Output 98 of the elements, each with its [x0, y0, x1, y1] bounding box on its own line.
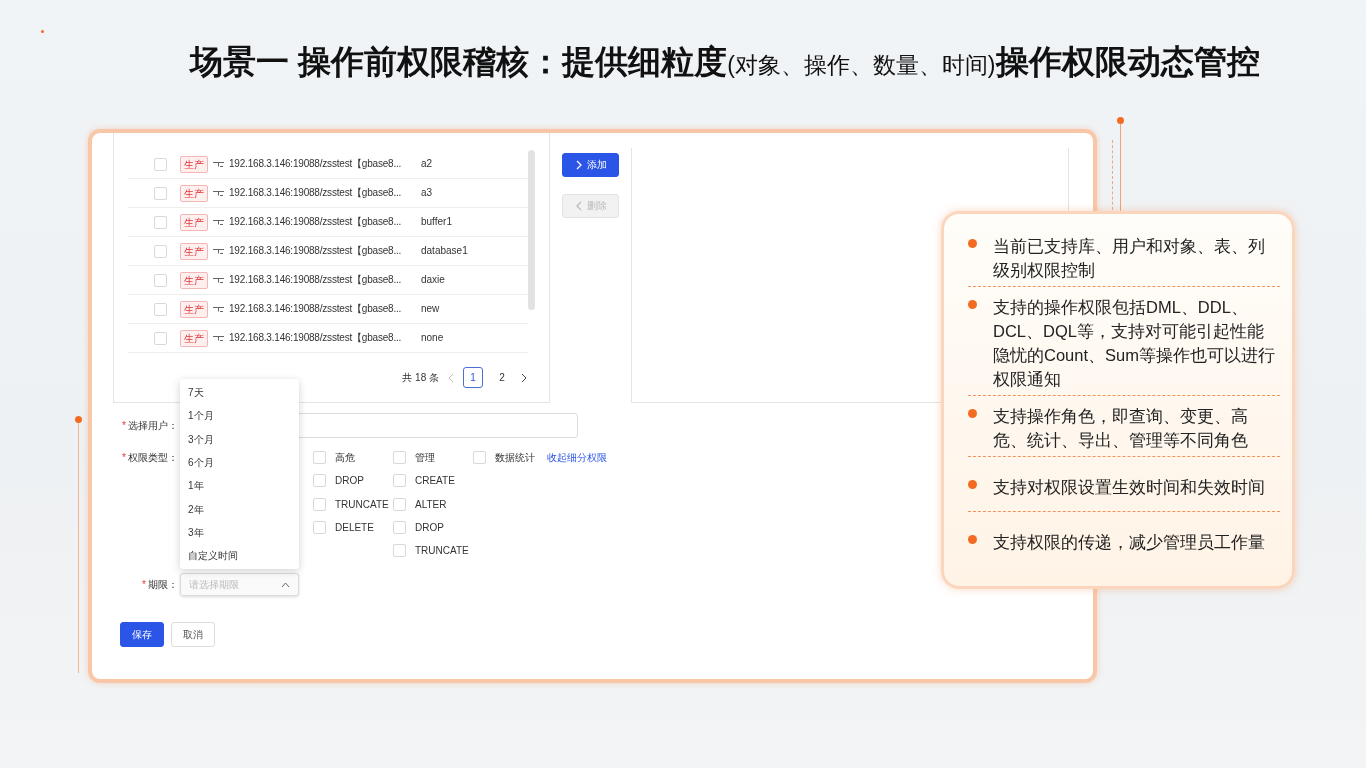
field-label: 选择用户： — [128, 418, 178, 433]
feature-text: 支持权限的传递，减少管理员工作量 — [993, 532, 1266, 553]
chevron-left-icon — [574, 201, 583, 211]
bullet-icon — [968, 409, 977, 418]
option-label: DROP — [415, 522, 444, 534]
checkbox[interactable] — [393, 474, 406, 488]
required-mark: * — [122, 452, 126, 463]
connection-icon — [213, 247, 224, 255]
connection-icon — [213, 305, 224, 313]
bullet-icon — [968, 300, 977, 309]
menu-item[interactable]: 7天 — [180, 381, 299, 405]
save-button[interactable]: 保存 — [120, 622, 164, 648]
table-cell: a2 — [421, 157, 433, 171]
connection-icon — [213, 276, 224, 284]
page-button[interactable]: 2 — [492, 367, 512, 388]
table-cell: buffer1 — [421, 215, 452, 229]
required-mark: * — [142, 579, 146, 591]
connection-icon — [213, 218, 224, 226]
table-cell-text: 192.168.3.146:19088/zsstest【gbase8... — [229, 331, 403, 345]
accent-dot — [41, 30, 44, 33]
menu-item[interactable]: 1年 — [180, 474, 299, 498]
env-tag: 生产 — [180, 155, 208, 173]
feature-text: 支持的操作权限包括DML、DDL、DCL、DQL等，支持对可能引起性能隐忧的Count、Sum等操作也可以进行权限通知 — [993, 297, 1276, 390]
table-cell-text: 192.168.3.146:19088/zsstest【gbase8... — [229, 157, 403, 171]
connection-icon — [213, 189, 224, 197]
collapse-link[interactable]: 收起细分权限 — [547, 450, 607, 465]
scrollbar[interactable] — [528, 150, 535, 310]
option-label: CREATE — [415, 475, 455, 487]
add-button[interactable]: 添加 — [562, 153, 619, 177]
option-label: 高危 — [335, 450, 355, 465]
page-button[interactable]: 1 — [463, 367, 483, 388]
table-cell-text: 192.168.3.146:19088/zsstest【gbase8... — [229, 215, 403, 229]
table-cell: new — [421, 302, 440, 316]
option-label: 管理 — [415, 450, 435, 465]
checkbox[interactable] — [473, 451, 486, 465]
title-text: 操作权限动态管控 — [995, 43, 1260, 80]
feature-text: 支持对权限设置生效时间和失效时间 — [993, 477, 1266, 498]
field-label: 权限类型： — [128, 450, 178, 465]
table-cell: none — [421, 331, 444, 345]
checkbox[interactable] — [154, 331, 167, 345]
checkbox[interactable] — [313, 497, 326, 511]
table-cell: database1 — [421, 244, 468, 258]
menu-item[interactable]: 2年 — [180, 497, 299, 521]
option-label: 数据统计 — [495, 450, 535, 465]
menu-item[interactable]: 1个月 — [180, 404, 299, 428]
env-tag: 生产 — [180, 213, 208, 231]
title-text: (对象、操作、数量、时间) — [727, 52, 996, 78]
option-label: TRUNCATE — [335, 498, 389, 510]
bullet-icon — [968, 239, 977, 248]
chevron-right-icon[interactable] — [521, 372, 527, 383]
checkbox[interactable] — [313, 474, 326, 488]
env-tag: 生产 — [180, 329, 208, 347]
checkbox[interactable] — [313, 521, 326, 535]
accent-dot — [75, 416, 82, 423]
caret-icon — [281, 582, 290, 588]
option-label: DROP — [335, 475, 364, 487]
table-cell-text: 192.168.3.146:19088/zsstest【gbase8... — [229, 273, 403, 287]
field-label: 期限： — [148, 578, 178, 592]
table-cell-text: 192.168.3.146:19088/zsstest【gbase8... — [229, 186, 403, 200]
option-label: ALTER — [415, 498, 447, 510]
table-cell-text: 192.168.3.146:19088/zsstest【gbase8... — [229, 244, 403, 258]
feature-text: 支持操作角色，即查询、变更、高危、统计、导出、管理等不同角色 — [993, 406, 1249, 451]
accent-dot — [1117, 117, 1124, 124]
connection-icon — [213, 160, 224, 168]
env-tag: 生产 — [180, 184, 208, 202]
checkbox[interactable] — [154, 186, 167, 200]
table-cell: daxie — [421, 273, 445, 287]
required-mark: * — [122, 420, 126, 431]
env-tag: 生产 — [180, 300, 208, 318]
checkbox[interactable] — [393, 521, 406, 535]
chevron-left-icon[interactable] — [448, 372, 454, 383]
option-label: TRUNCATE — [415, 545, 469, 557]
checkbox[interactable] — [393, 497, 406, 511]
checkbox[interactable] — [154, 244, 167, 258]
cancel-button[interactable]: 取消 — [171, 622, 215, 648]
checkbox[interactable] — [393, 544, 406, 558]
env-tag: 生产 — [180, 242, 208, 260]
option-label: DELETE — [335, 522, 374, 534]
checkbox[interactable] — [154, 157, 167, 171]
menu-item[interactable]: 自定义时间 — [180, 544, 299, 568]
table-cell: a3 — [421, 186, 433, 200]
menu-item[interactable]: 3个月 — [180, 427, 299, 451]
total-count: 共 18 条 — [402, 370, 439, 385]
connection-icon — [213, 334, 224, 342]
checkbox[interactable] — [154, 215, 167, 229]
menu-item[interactable]: 6个月 — [180, 451, 299, 475]
table-cell-text: 192.168.3.146:19088/zsstest【gbase8... — [229, 302, 403, 316]
title-text: 场景一 操作前权限稽核：提供细粒度 — [190, 43, 728, 80]
checkbox[interactable] — [154, 302, 167, 316]
checkbox[interactable] — [313, 451, 326, 465]
bullet-icon — [968, 480, 977, 489]
checkbox[interactable] — [393, 451, 406, 465]
menu-item[interactable]: 3年 — [180, 520, 299, 545]
checkbox[interactable] — [154, 273, 167, 287]
bullet-icon — [968, 535, 977, 544]
env-tag: 生产 — [180, 271, 208, 289]
chevron-right-icon — [574, 160, 583, 170]
feature-text: 当前已支持库、用户和对象、表、列级别权限控制 — [993, 236, 1266, 281]
